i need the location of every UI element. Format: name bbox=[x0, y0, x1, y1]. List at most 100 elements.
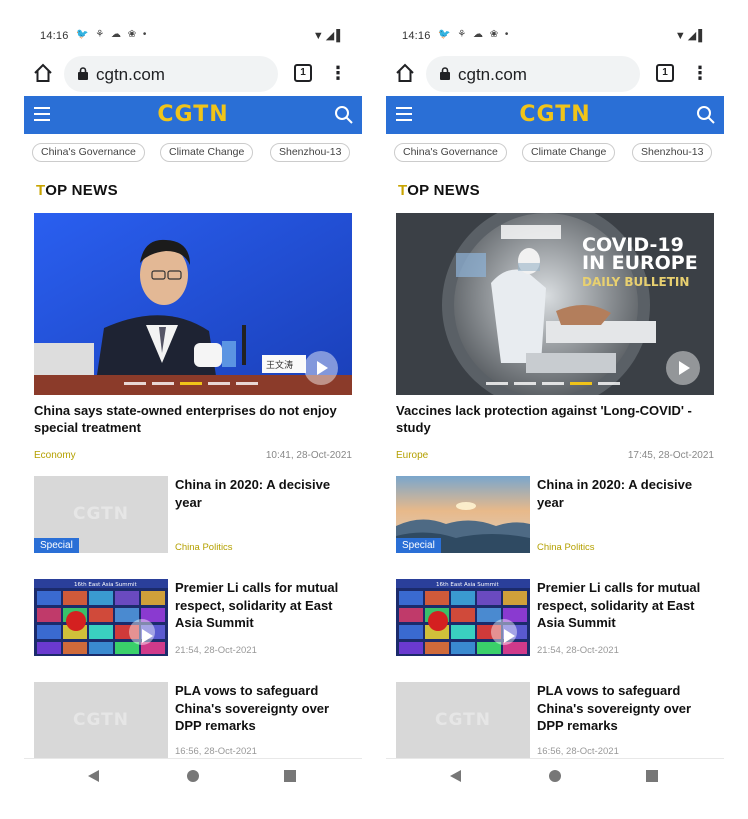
hero-headline[interactable]: China says state-owned enterprises do no… bbox=[34, 402, 352, 436]
carousel-indicator bbox=[486, 382, 626, 385]
nameplate-text: 王文涛 bbox=[266, 359, 293, 371]
site-header: CGTN bbox=[24, 96, 362, 134]
item-timestamp: 21:54, 28-Oct-2021 bbox=[537, 645, 619, 656]
list-item[interactable]: CGTN PLA vows to safeguard China's sover… bbox=[34, 682, 352, 760]
item-headline[interactable]: China in 2020: A decisive year bbox=[537, 476, 714, 511]
notification-icons: 🐦 ⚘ ☁ ❀ • bbox=[438, 29, 511, 40]
section-heading: TOP NEWS bbox=[386, 170, 724, 210]
video-conference-thumbnail: 16th East Asia Summit bbox=[396, 579, 530, 656]
topic-chips: China's Governance Climate Change Shenzh… bbox=[24, 134, 362, 170]
home-icon[interactable] bbox=[394, 62, 416, 84]
overlay-in-europe: IN EUROPE bbox=[582, 252, 698, 274]
hero-image[interactable]: COVID-19 IN EUROPE DAILY BULLETIN bbox=[396, 213, 714, 395]
list-item[interactable]: 16th East Asia Summit Premier Li calls f… bbox=[396, 579, 714, 657]
status-bar: 14:16 🐦 ⚘ ☁ ❀ • ▼◢▌ bbox=[24, 22, 362, 52]
special-badge: Special bbox=[34, 538, 79, 553]
address-bar[interactable]: cgtn.com bbox=[426, 56, 640, 92]
status-time: 14:16 bbox=[402, 30, 431, 42]
play-button-icon[interactable] bbox=[129, 619, 155, 645]
overflow-menu-icon[interactable]: ⋮ bbox=[329, 62, 347, 84]
heading-rest: OP NEWS bbox=[45, 182, 118, 199]
list-item[interactable]: 16th East Asia Summit Premier Li calls f… bbox=[34, 579, 352, 657]
address-bar[interactable]: cgtn.com bbox=[64, 56, 278, 92]
chip-climate-change[interactable]: Climate Change bbox=[160, 143, 254, 162]
chip-shenzhou-13[interactable]: Shenzhou-13 bbox=[270, 143, 351, 162]
tab-switcher-button[interactable]: 1 bbox=[656, 64, 674, 82]
cgtn-watermark: CGTN bbox=[435, 710, 491, 730]
item-headline[interactable]: China in 2020: A decisive year bbox=[175, 476, 352, 511]
section-heading: TOP NEWS bbox=[24, 170, 362, 210]
hero-category[interactable]: Europe bbox=[396, 450, 428, 461]
lock-icon bbox=[78, 67, 88, 80]
home-button-icon[interactable] bbox=[549, 770, 561, 782]
search-icon[interactable] bbox=[696, 105, 716, 125]
system-status-icons: ▼◢▌ bbox=[312, 30, 346, 42]
item-category[interactable]: China Politics bbox=[175, 542, 233, 553]
heading-rest: OP NEWS bbox=[407, 182, 480, 199]
back-icon[interactable] bbox=[450, 770, 461, 782]
heading-first-letter: T bbox=[36, 182, 46, 199]
video-conference-thumbnail: 16th East Asia Summit bbox=[34, 579, 168, 656]
play-button-icon[interactable] bbox=[666, 351, 700, 385]
summit-banner-text: 16th East Asia Summit bbox=[436, 582, 500, 588]
special-badge: Special bbox=[396, 538, 441, 553]
thumbnail-placeholder: CGTN Special bbox=[34, 476, 168, 553]
thumbnail-placeholder: CGTN bbox=[396, 682, 530, 759]
hero-category[interactable]: Economy bbox=[34, 450, 76, 461]
list-item[interactable]: CGTN Special China in 2020: A decisive y… bbox=[34, 476, 352, 554]
url-text: cgtn.com bbox=[458, 65, 527, 84]
overlay-daily-bulletin: DAILY BULLETIN bbox=[582, 275, 689, 289]
site-logo[interactable]: CGTN bbox=[386, 102, 724, 127]
mountain-landscape-thumbnail: Special bbox=[396, 476, 530, 553]
recents-icon[interactable] bbox=[646, 770, 658, 782]
notification-icons: 🐦 ⚘ ☁ ❀ • bbox=[76, 29, 149, 40]
site-header: CGTN bbox=[386, 96, 724, 134]
system-status-icons: ▼◢▌ bbox=[674, 30, 708, 42]
url-text: cgtn.com bbox=[96, 65, 165, 84]
play-button-icon[interactable] bbox=[304, 351, 338, 385]
system-nav-bar bbox=[386, 758, 724, 792]
tab-switcher-button[interactable]: 1 bbox=[294, 64, 312, 82]
home-icon[interactable] bbox=[32, 62, 54, 84]
thumbnail-placeholder: CGTN bbox=[34, 682, 168, 759]
topic-chips: China's Governance Climate Change Shenzh… bbox=[386, 134, 724, 170]
overflow-menu-icon[interactable]: ⋮ bbox=[691, 62, 709, 84]
phone-screen-right: 14:16 🐦 ⚘ ☁ ❀ • ▼◢▌ cgtn.com 1 ⋮ CGTN Ch… bbox=[386, 22, 724, 792]
summit-banner-text: 16th East Asia Summit bbox=[74, 582, 138, 588]
back-icon[interactable] bbox=[88, 770, 99, 782]
list-item[interactable]: Special China in 2020: A decisive year C… bbox=[396, 476, 714, 554]
heading-first-letter: T bbox=[398, 182, 408, 199]
browser-toolbar: cgtn.com 1 ⋮ bbox=[386, 52, 724, 96]
item-headline[interactable]: Premier Li calls for mutual respect, sol… bbox=[175, 579, 352, 632]
hero-meta: Economy 10:41, 28-Oct-2021 bbox=[34, 450, 352, 461]
item-headline[interactable]: PLA vows to safeguard China's sovereignt… bbox=[537, 682, 714, 735]
recents-icon[interactable] bbox=[284, 770, 296, 782]
home-button-icon[interactable] bbox=[187, 770, 199, 782]
lock-icon bbox=[440, 67, 450, 80]
hero-timestamp: 10:41, 28-Oct-2021 bbox=[265, 450, 352, 461]
phone-screen-left: 14:16 🐦 ⚘ ☁ ❀ • ▼◢▌ cgtn.com 1 ⋮ CGTN Ch… bbox=[24, 22, 362, 792]
site-logo[interactable]: CGTN bbox=[24, 102, 362, 127]
item-category[interactable]: China Politics bbox=[537, 542, 595, 553]
item-headline[interactable]: PLA vows to safeguard China's sovereignt… bbox=[175, 682, 352, 735]
item-timestamp: 21:54, 28-Oct-2021 bbox=[175, 645, 257, 656]
list-item[interactable]: CGTN PLA vows to safeguard China's sover… bbox=[396, 682, 714, 760]
chip-shenzhou-13[interactable]: Shenzhou-13 bbox=[632, 143, 713, 162]
chip-climate-change[interactable]: Climate Change bbox=[522, 143, 616, 162]
item-timestamp: 16:56, 28-Oct-2021 bbox=[175, 746, 257, 757]
search-icon[interactable] bbox=[334, 105, 354, 125]
cgtn-watermark: CGTN bbox=[73, 710, 129, 730]
chip-china-governance[interactable]: China's Governance bbox=[394, 143, 507, 162]
hero-headline[interactable]: Vaccines lack protection against 'Long-C… bbox=[396, 402, 714, 436]
hero-image[interactable]: 王文涛 bbox=[34, 213, 352, 395]
hero-meta: Europe 17:45, 28-Oct-2021 bbox=[396, 450, 714, 461]
cgtn-watermark: CGTN bbox=[73, 504, 129, 524]
status-bar: 14:16 🐦 ⚘ ☁ ❀ • ▼◢▌ bbox=[386, 22, 724, 52]
item-headline[interactable]: Premier Li calls for mutual respect, sol… bbox=[537, 579, 714, 632]
carousel-indicator bbox=[124, 382, 264, 385]
chip-china-governance[interactable]: China's Governance bbox=[32, 143, 145, 162]
play-button-icon[interactable] bbox=[491, 619, 517, 645]
browser-toolbar: cgtn.com 1 ⋮ bbox=[24, 52, 362, 96]
status-time: 14:16 bbox=[40, 30, 69, 42]
item-timestamp: 16:56, 28-Oct-2021 bbox=[537, 746, 619, 757]
